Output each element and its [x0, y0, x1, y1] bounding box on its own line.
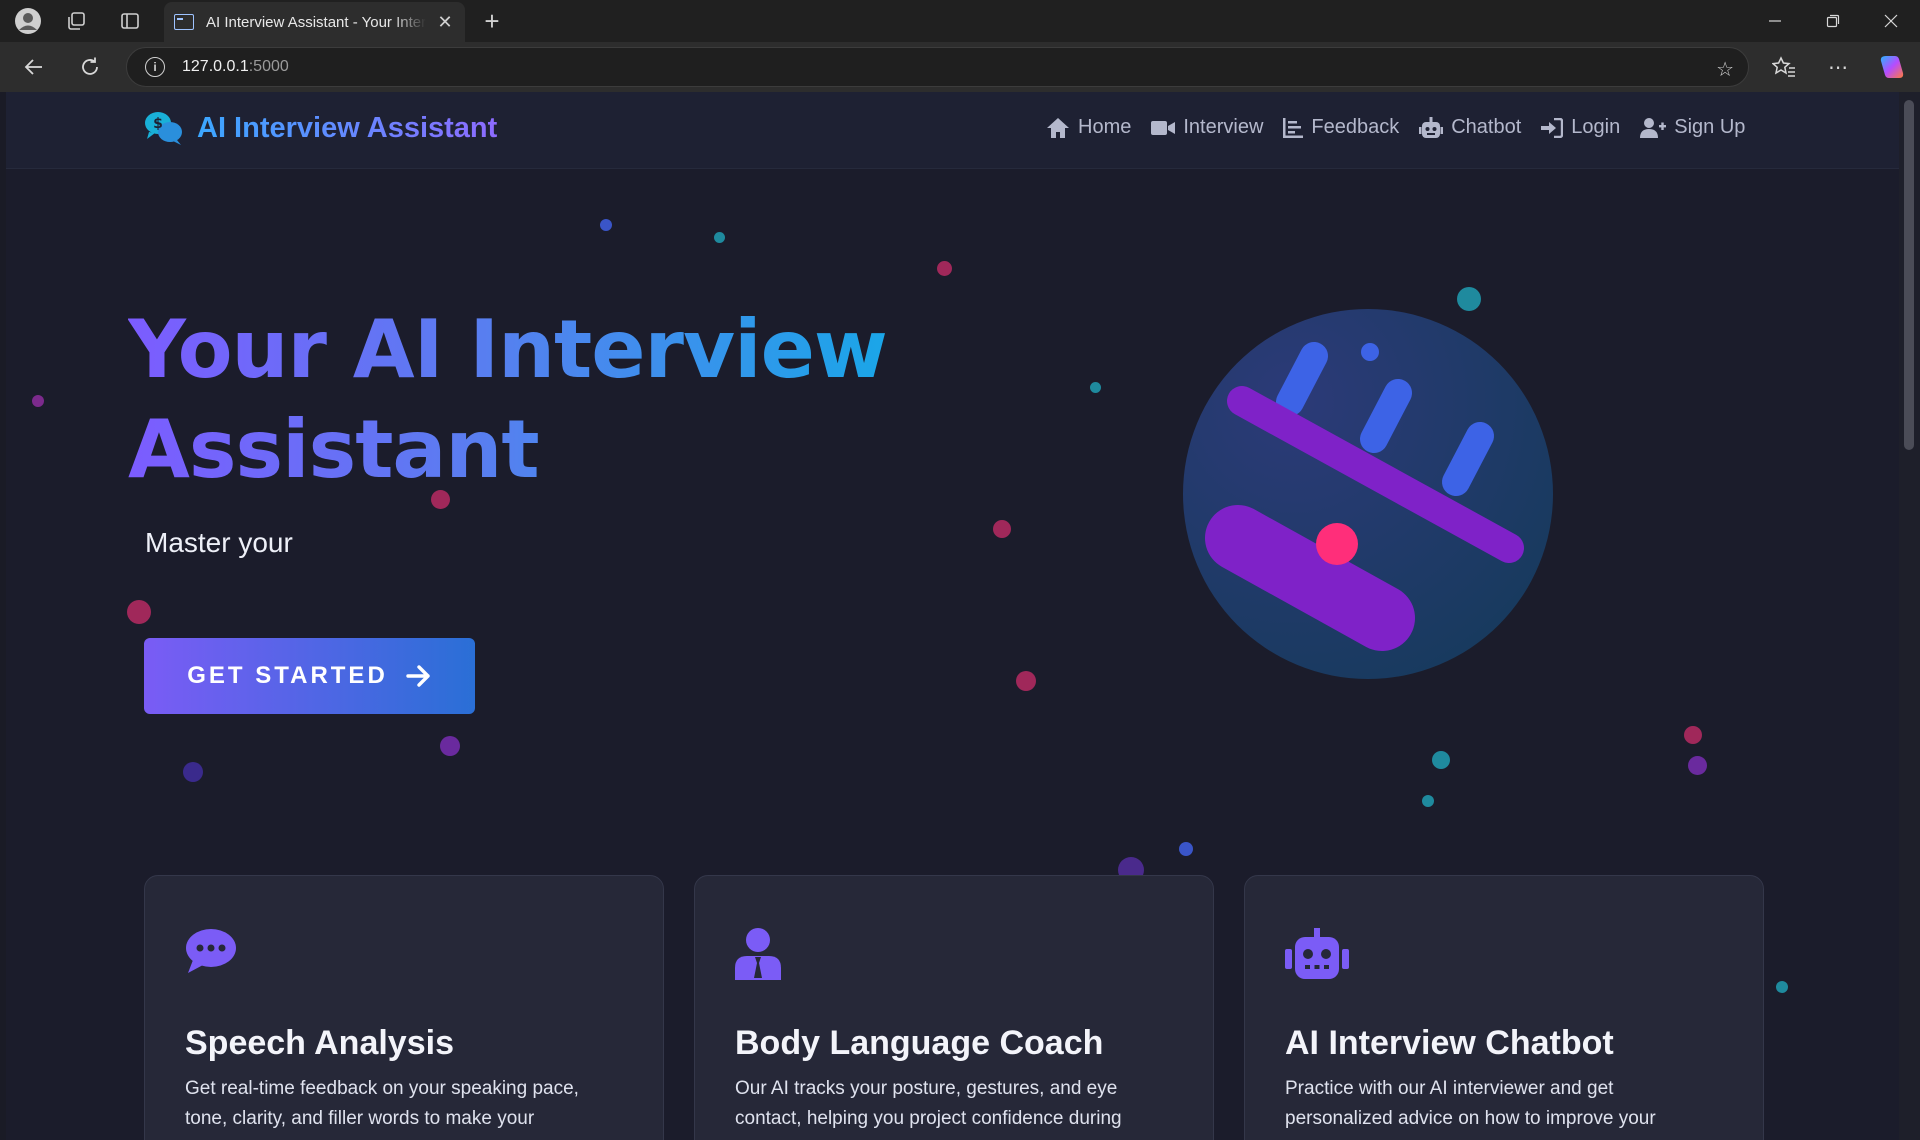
- nav-chatbot-label: Chatbot: [1451, 116, 1522, 138]
- nav-home-label: Home: [1078, 116, 1132, 138]
- nav-signup[interactable]: Sign Up: [1640, 116, 1745, 139]
- svg-text:$: $: [153, 116, 163, 132]
- more-options-icon[interactable]: ⋯: [1820, 49, 1856, 85]
- hero-title-line-2: Assistant: [128, 403, 539, 496]
- feature-description: Practice with our AI interviewer and get…: [1285, 1078, 1656, 1129]
- hero-subtitle: Master your: [145, 527, 293, 558]
- hero-illustration: [1183, 309, 1553, 679]
- particle: [32, 395, 44, 407]
- nav-login[interactable]: Login: [1541, 116, 1620, 139]
- browser-tab-bar: AI Interview Assistant - Your Interview …: [0, 0, 1920, 42]
- hero-title-line-1: Your AI Interview: [128, 303, 887, 396]
- brand-logo-link[interactable]: $ AI Interview Assistant: [143, 110, 497, 146]
- particle: [1684, 726, 1702, 744]
- particle: [127, 600, 151, 624]
- particle: [1090, 382, 1101, 393]
- tab-actions-icon[interactable]: [112, 3, 148, 39]
- feature-title: AI Interview Chatbot: [1285, 1024, 1614, 1062]
- particle: [183, 762, 203, 782]
- particle: [440, 736, 460, 756]
- sign-in-icon: [1541, 117, 1564, 138]
- back-button[interactable]: [16, 49, 52, 85]
- video-camera-icon: [1151, 120, 1176, 135]
- particle: [1776, 981, 1788, 993]
- page-scrollbar-thumb[interactable]: [1904, 100, 1914, 450]
- brand-name: AI Interview Assistant: [197, 111, 498, 144]
- particle: [993, 520, 1011, 538]
- nav-login-label: Login: [1571, 116, 1621, 138]
- page-favicon-icon: [174, 14, 194, 30]
- url-host: 127.0.0.1: [182, 58, 249, 75]
- url-port: :5000: [248, 58, 289, 75]
- favorites-list-icon[interactable]: [1766, 49, 1802, 85]
- particle: [1432, 751, 1450, 769]
- user-plus-icon: [1640, 117, 1667, 138]
- particle: [600, 219, 612, 231]
- main-menu: Home Interview Feedback Chatbot Login Si…: [1046, 116, 1745, 139]
- feature-card-chatbot[interactable]: AI Interview Chatbot Practice with our A…: [1244, 875, 1764, 1140]
- get-started-label: GET STARTED: [187, 662, 388, 689]
- browser-tab-active[interactable]: AI Interview Assistant - Your Interview …: [164, 2, 465, 42]
- site-navbar: $ AI Interview Assistant Home Interview …: [6, 92, 1899, 169]
- feature-title: Body Language Coach: [735, 1024, 1104, 1062]
- site-info-icon[interactable]: i: [145, 57, 165, 77]
- restore-window-button[interactable]: [1804, 0, 1862, 42]
- feature-description: Our AI tracks your posture, gestures, an…: [735, 1078, 1122, 1129]
- particle: [1179, 842, 1193, 856]
- feature-card-body-language[interactable]: Body Language Coach Our AI tracks your p…: [694, 875, 1214, 1140]
- home-icon: [1047, 117, 1069, 138]
- nav-interview-label: Interview: [1183, 116, 1264, 138]
- browser-toolbar: i 127.0.0.1:5000 ☆ ⋯: [0, 42, 1920, 92]
- page-viewport: $ AI Interview Assistant Home Interview …: [6, 92, 1899, 1140]
- nav-home[interactable]: Home: [1046, 116, 1131, 139]
- nav-chatbot[interactable]: Chatbot: [1419, 116, 1521, 139]
- favorite-star-icon[interactable]: ☆: [1716, 57, 1734, 82]
- nav-signup-label: Sign Up: [1674, 116, 1746, 138]
- nav-feedback-label: Feedback: [1311, 116, 1400, 138]
- workspaces-icon[interactable]: [58, 3, 94, 39]
- new-tab-button[interactable]: +: [474, 3, 510, 39]
- hero-title: Your AI Interview Assistant: [128, 300, 888, 500]
- feature-description: Get real-time feedback on your speaking …: [185, 1078, 579, 1129]
- nav-interview[interactable]: Interview: [1151, 116, 1263, 139]
- particle: [1688, 756, 1707, 775]
- nav-feedback[interactable]: Feedback: [1283, 116, 1399, 139]
- address-bar[interactable]: i 127.0.0.1:5000 ☆: [126, 47, 1749, 87]
- particle: [1422, 795, 1434, 807]
- chart-bars-icon: [1283, 117, 1304, 138]
- get-started-button[interactable]: GET STARTED: [144, 638, 475, 714]
- feature-card-speech-analysis[interactable]: Speech Analysis Get real-time feedback o…: [144, 875, 664, 1140]
- reload-button[interactable]: [72, 49, 108, 85]
- robot-icon: [1285, 928, 1349, 979]
- close-tab-icon[interactable]: ✕: [435, 12, 455, 33]
- arrow-right-icon: [406, 665, 430, 687]
- copilot-icon[interactable]: [1874, 49, 1910, 85]
- particle: [937, 261, 952, 276]
- feature-title: Speech Analysis: [185, 1024, 454, 1062]
- tab-title: AI Interview Assistant - Your Interview …: [206, 13, 426, 31]
- chat-dollar-icon: $: [145, 112, 182, 145]
- robot-icon: [1419, 116, 1444, 138]
- profile-avatar-icon[interactable]: [10, 3, 46, 39]
- close-window-button[interactable]: [1862, 0, 1920, 42]
- particle: [1016, 671, 1036, 691]
- speech-bubble-icon: [186, 929, 236, 973]
- particle: [714, 232, 725, 243]
- user-tie-icon: [735, 928, 781, 980]
- minimize-window-button[interactable]: [1746, 0, 1804, 42]
